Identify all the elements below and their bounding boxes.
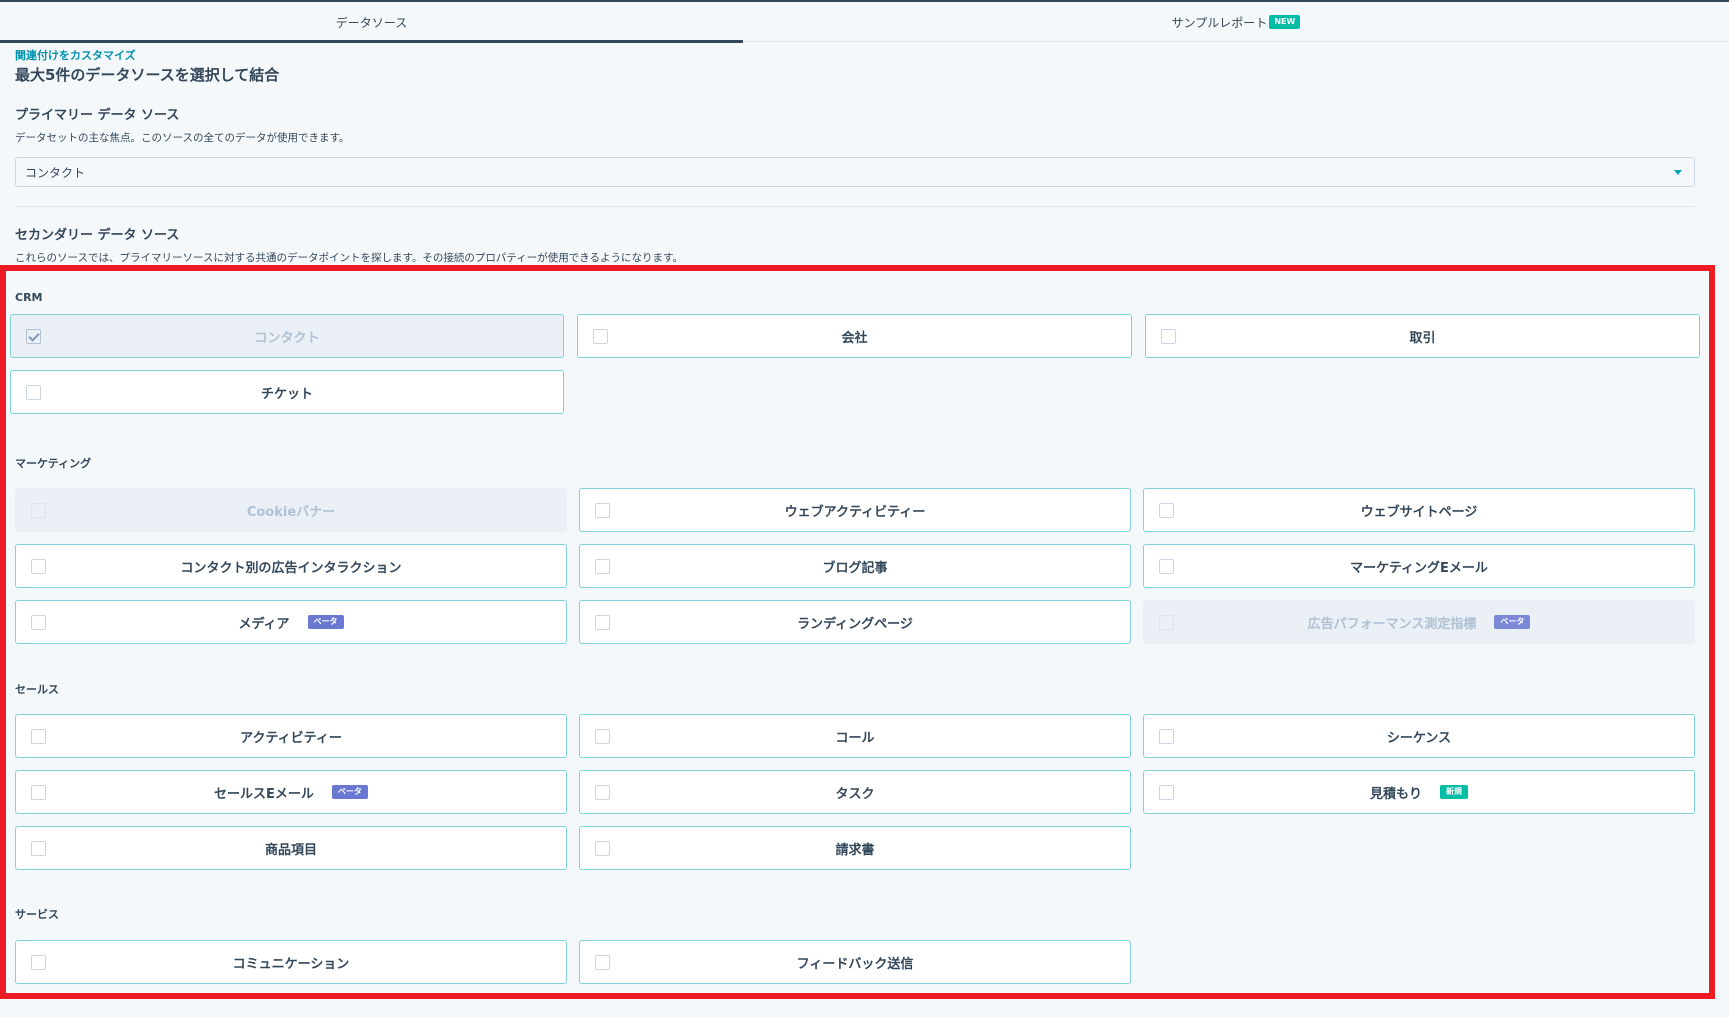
checkbox[interactable] xyxy=(31,841,46,856)
checkbox[interactable] xyxy=(1159,503,1174,518)
checkbox[interactable] xyxy=(26,385,41,400)
option-label: アクティビティー xyxy=(240,730,342,746)
checkbox[interactable] xyxy=(595,559,610,574)
secondary-source-label: セカンダリー データ ソース xyxy=(15,228,180,243)
option-activity[interactable]: アクティビティー xyxy=(15,714,567,758)
option-label: 会社 xyxy=(841,330,868,346)
option-label: 商品項目 xyxy=(264,842,317,858)
option-company[interactable]: 会社 xyxy=(577,314,1132,358)
option-label: フィードバック送信 xyxy=(796,956,914,972)
beta-badge: ベータ xyxy=(1494,615,1531,629)
checkbox[interactable] xyxy=(1159,559,1174,574)
beta-badge: ベータ xyxy=(331,785,368,799)
option-call[interactable]: コール xyxy=(579,714,1131,758)
option-website-page[interactable]: ウェブサイトページ xyxy=(1143,488,1695,532)
option-communication[interactable]: コミュニケーション xyxy=(15,940,567,984)
customize-associations-link[interactable]: 関連付けをカスタマイズ xyxy=(15,47,136,63)
category-label-sales: セールス xyxy=(15,683,59,696)
new-badge: NEW xyxy=(1269,15,1301,29)
option-label: ブログ記事 xyxy=(822,560,888,576)
option-label: ウェブサイトページ xyxy=(1360,504,1478,520)
option-landing-page[interactable]: ランディングページ xyxy=(579,600,1131,644)
page-title: 最大5件のデータソースを選択して結合 xyxy=(15,66,280,84)
option-media[interactable]: メディア ベータ xyxy=(15,600,567,644)
checkbox[interactable] xyxy=(595,841,610,856)
category-label-marketing: マーケティング xyxy=(15,457,92,470)
new-badge: 新規 xyxy=(1440,785,1468,799)
primary-source-label: プライマリー データ ソース xyxy=(15,108,180,123)
checkbox[interactable] xyxy=(1159,729,1174,744)
primary-source-select[interactable]: コンタクト xyxy=(15,157,1695,187)
checkbox[interactable] xyxy=(593,329,608,344)
category-label-service: サービス xyxy=(15,908,59,921)
checkbox[interactable] xyxy=(595,503,610,518)
option-quote[interactable]: 見積もり 新規 xyxy=(1143,770,1695,814)
checkbox[interactable] xyxy=(31,785,46,800)
option-feedback-submission[interactable]: フィードバック送信 xyxy=(579,940,1131,984)
option-marketing-email[interactable]: マーケティングEメール xyxy=(1143,544,1695,588)
option-label: 取引 xyxy=(1409,330,1436,346)
option-sales-email[interactable]: セールスEメール ベータ xyxy=(15,770,567,814)
checkbox[interactable] xyxy=(1161,329,1176,344)
checkbox[interactable] xyxy=(31,955,46,970)
option-label: メディア xyxy=(238,616,290,632)
option-label: チケット xyxy=(260,386,313,402)
divider xyxy=(15,206,1695,207)
checkbox[interactable] xyxy=(31,729,46,744)
option-label: ウェブアクティビティー xyxy=(784,504,926,520)
checkbox[interactable] xyxy=(1159,785,1174,800)
option-label: コンタクト別の広告インタラクション xyxy=(180,560,402,576)
primary-source-description: データセットの主な焦点。このソースの全てのデータが使用できます。 xyxy=(15,132,350,144)
checkbox[interactable] xyxy=(595,615,610,630)
option-line-item[interactable]: 商品項目 xyxy=(15,826,567,870)
option-ad-performance: 広告パフォーマンス測定指標 ベータ xyxy=(1143,600,1695,644)
option-label: マーケティングEメール xyxy=(1350,560,1488,576)
option-label: 見積もり xyxy=(1369,786,1422,802)
option-label: ランディングページ xyxy=(797,616,913,632)
option-label: シーケンス xyxy=(1386,730,1452,746)
checkbox[interactable] xyxy=(595,955,610,970)
checkbox xyxy=(31,503,46,518)
option-label: コンタクト xyxy=(254,330,320,346)
chevron-down-icon xyxy=(1674,170,1682,175)
tab-sample-report-label: サンプルレポート xyxy=(1171,15,1268,30)
checkbox xyxy=(1159,615,1174,630)
option-contact[interactable]: コンタクト xyxy=(10,314,564,358)
checkbox[interactable] xyxy=(31,615,46,630)
option-label: コミュニケーション xyxy=(232,956,350,972)
option-label: Cookieバナー xyxy=(246,504,336,520)
checkbox[interactable] xyxy=(31,559,46,574)
option-web-activity[interactable]: ウェブアクティビティー xyxy=(579,488,1131,532)
beta-badge: ベータ xyxy=(307,615,344,629)
primary-source-value: コンタクト xyxy=(25,165,86,180)
option-cookie-banner: Cookieバナー xyxy=(15,488,567,532)
secondary-source-description: これらのソースでは、プライマリーソースに対する共通のデータポイントを探します。そ… xyxy=(15,252,684,264)
checkbox[interactable] xyxy=(595,785,610,800)
option-label: タスク xyxy=(835,786,875,802)
option-deal[interactable]: 取引 xyxy=(1145,314,1700,358)
tab-sample-report[interactable]: サンプルレポート NEW xyxy=(743,2,1729,42)
option-invoice[interactable]: 請求書 xyxy=(579,826,1131,870)
tab-data-source-label: データソース xyxy=(335,15,408,30)
tab-data-source[interactable]: データソース xyxy=(0,2,743,43)
option-sequence[interactable]: シーケンス xyxy=(1143,714,1695,758)
option-blog-post[interactable]: ブログ記事 xyxy=(579,544,1131,588)
checkbox[interactable] xyxy=(595,729,610,744)
option-label: セールスEメール xyxy=(214,786,314,802)
option-label: 請求書 xyxy=(835,842,875,858)
option-label: コール xyxy=(835,730,875,746)
checkbox[interactable] xyxy=(26,329,41,344)
option-task[interactable]: タスク xyxy=(579,770,1131,814)
category-label-crm: CRM xyxy=(15,291,43,304)
option-ad-interaction[interactable]: コンタクト別の広告インタラクション xyxy=(15,544,567,588)
option-ticket[interactable]: チケット xyxy=(10,370,564,414)
tab-bar: データソース サンプルレポート NEW xyxy=(0,2,1729,43)
option-label: 広告パフォーマンス測定指標 xyxy=(1307,616,1477,632)
